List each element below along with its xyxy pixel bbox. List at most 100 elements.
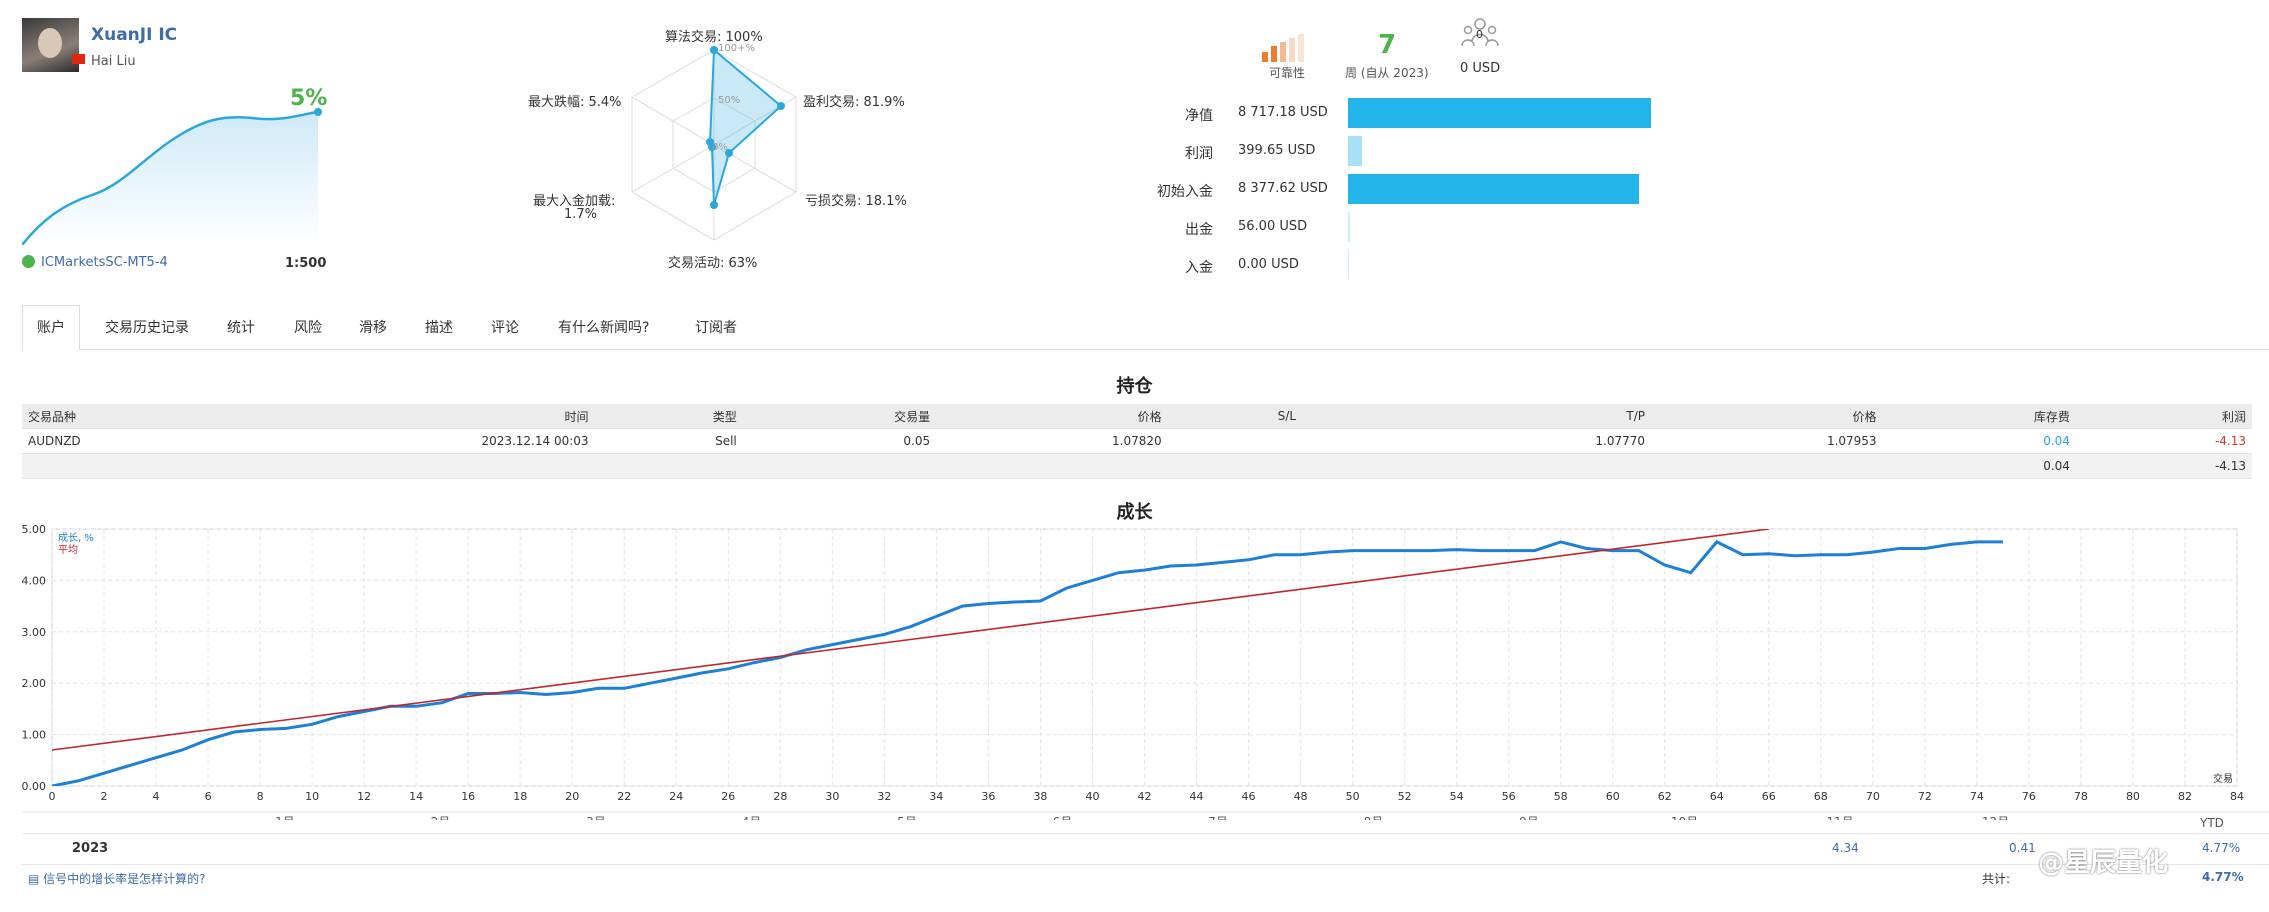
x-tick-label: 20 — [565, 790, 579, 803]
col-price2: 价格 — [1651, 404, 1883, 429]
x-tick-label: 70 — [1866, 790, 1880, 803]
cell-price2: 1.07953 — [1651, 428, 1883, 454]
legend-growth: 成长, % — [58, 532, 94, 544]
cell-price: 1.07820 — [936, 428, 1168, 454]
balance-value: 399.65 USD — [1238, 143, 1316, 158]
growth-help-text[interactable]: 信号中的增长率是怎样计算的? — [43, 872, 205, 886]
table-header-row: 交易品种 时间 类型 交易量 价格 S/L T/P 价格 库存费 利润 — [22, 404, 2252, 429]
leverage: 1:500 — [285, 256, 327, 271]
x-tick-label: 10 — [305, 790, 319, 803]
x-tick-label: 22 — [617, 790, 631, 803]
x-tick-label: 68 — [1814, 790, 1828, 803]
tab-subscribers[interactable]: 订阅者 — [695, 317, 737, 337]
y-tick-label: 5.00 — [22, 523, 47, 536]
growth-help-link[interactable]: ▤ 信号中的增长率是怎样计算的? — [28, 870, 206, 887]
subscribers-value: 0 USD — [1460, 61, 1501, 76]
radar-loss-label: 亏损交易: 18.1% — [805, 194, 907, 209]
y-tick-label: 3.00 — [22, 626, 47, 639]
x-tick-label: 16 — [461, 790, 475, 803]
y-tick-label: 2.00 — [22, 677, 47, 690]
user-name[interactable]: Hai Liu — [91, 54, 136, 69]
dec-value: 0.41 — [2009, 841, 2036, 855]
radar-activity-label: 交易活动: 63% — [668, 256, 758, 271]
x-tick-label: 48 — [1294, 790, 1308, 803]
total-profit: -4.13 — [2075, 453, 2252, 479]
signal-name[interactable]: XuanJI IC — [91, 25, 177, 45]
balance-bar — [1348, 212, 1350, 242]
reliability-label: 可靠性 — [1269, 66, 1306, 80]
reliability-icon — [1262, 34, 1304, 62]
month-label: 11月 — [1826, 815, 1853, 820]
radar-scale-0: 0% — [712, 142, 728, 153]
x-tick-label: 52 — [1398, 790, 1412, 803]
tab-news[interactable]: 有什么新闻吗? — [558, 317, 649, 337]
watermark: @星辰量化 — [2038, 848, 2169, 878]
ytd-value: 4.77% — [2202, 841, 2241, 855]
balance-label: 净值 — [1185, 108, 1213, 124]
x-tick-label: 12 — [357, 790, 371, 803]
table-row: AUDNZD 2023.12.14 00:03 Sell 0.05 1.0782… — [22, 428, 2252, 454]
x-tick-label: 74 — [1970, 790, 1984, 803]
balance-bar — [1348, 136, 1362, 166]
tab-history[interactable]: 交易历史记录 — [105, 317, 189, 337]
nov-value: 4.34 — [1832, 841, 1859, 855]
x-tick-label: 34 — [929, 790, 943, 803]
col-profit: 利润 — [2075, 404, 2252, 429]
broker-name[interactable]: ICMarketsSC-MT5-4 — [41, 255, 168, 270]
tab-slippage[interactable]: 滑移 — [359, 317, 387, 337]
month-label: 9月 — [1519, 815, 1539, 820]
y-tick-label: 1.00 — [22, 729, 47, 742]
radar-drawdown-label: 最大跌幅: 5.4% — [528, 95, 622, 110]
cell-tp: 1.07770 — [1428, 428, 1652, 454]
cell-volume: 0.05 — [742, 428, 937, 454]
cell-symbol: AUDNZD — [22, 428, 201, 454]
total-value: 4.77% — [2202, 870, 2244, 884]
tab-account[interactable]: 账户 — [22, 305, 80, 351]
month-label: 12月 — [1982, 815, 2009, 820]
month-label: 4月 — [742, 815, 762, 820]
balance-label: 利润 — [1185, 146, 1213, 162]
balance-value: 8 717.18 USD — [1238, 105, 1328, 120]
x-tick-label: 42 — [1138, 790, 1152, 803]
avatar[interactable] — [22, 18, 79, 72]
x-tick-label: 62 — [1658, 790, 1672, 803]
col-tp: T/P — [1428, 404, 1652, 429]
tab-reviews[interactable]: 评论 — [491, 317, 519, 337]
flag-icon — [72, 54, 85, 64]
month-label: 3月 — [586, 815, 606, 820]
x-tick-label: 24 — [669, 790, 683, 803]
growth-chart: 0 2 4 6 8 10 12 14 16 18 20 22 24 26 28 30 32 34 36 38 40 42 4… — [22, 523, 2269, 820]
x-tick-label: 58 — [1554, 790, 1568, 803]
weeks-label: 周 (自从 2023) — [1345, 66, 1429, 80]
tab-bar: 账户 交易历史记录 统计 风险 滑移 描述 评论 有什么新闻吗? 订阅者 — [22, 305, 2269, 351]
balance-value: 0.00 USD — [1238, 257, 1299, 272]
year-row: 2023 4.34 0.41 YTD 4.77% — [22, 816, 2269, 865]
month-label: 10月 — [1671, 815, 1698, 820]
x-tick-label: 44 — [1190, 790, 1204, 803]
radar-scale-50: 50% — [718, 95, 741, 106]
col-symbol: 交易品种 — [22, 404, 201, 429]
balance-bar — [1348, 250, 1349, 280]
tab-risk[interactable]: 风险 — [294, 317, 322, 337]
cell-profit: -4.13 — [2075, 428, 2252, 454]
x-tick-label: 32 — [877, 790, 891, 803]
cell-swap: 0.04 — [1882, 428, 2076, 454]
x-tick-label: 72 — [1918, 790, 1932, 803]
x-tick-label: 6 — [205, 790, 212, 803]
broker-link[interactable]: ICMarketsSC-MT5-4 — [22, 255, 168, 270]
month-label: 2月 — [431, 815, 451, 820]
x-tick-label: 40 — [1085, 790, 1099, 803]
cell-type: Sell — [594, 428, 743, 454]
x-tick-label: 54 — [1450, 790, 1464, 803]
tab-statistics[interactable]: 统计 — [227, 317, 255, 337]
x-tick-label: 80 — [2126, 790, 2140, 803]
x-tick-label: 84 — [2230, 790, 2244, 803]
month-label: 6月 — [1053, 815, 1073, 820]
balance-bar — [1348, 98, 1651, 128]
ytd-label: YTD — [2200, 816, 2224, 830]
positions-title: 持仓 — [1116, 376, 1153, 397]
tab-description[interactable]: 描述 — [425, 317, 453, 337]
col-swap: 库存费 — [1882, 404, 2076, 429]
x-tick-label: 28 — [773, 790, 787, 803]
balance-bar — [1348, 174, 1640, 204]
